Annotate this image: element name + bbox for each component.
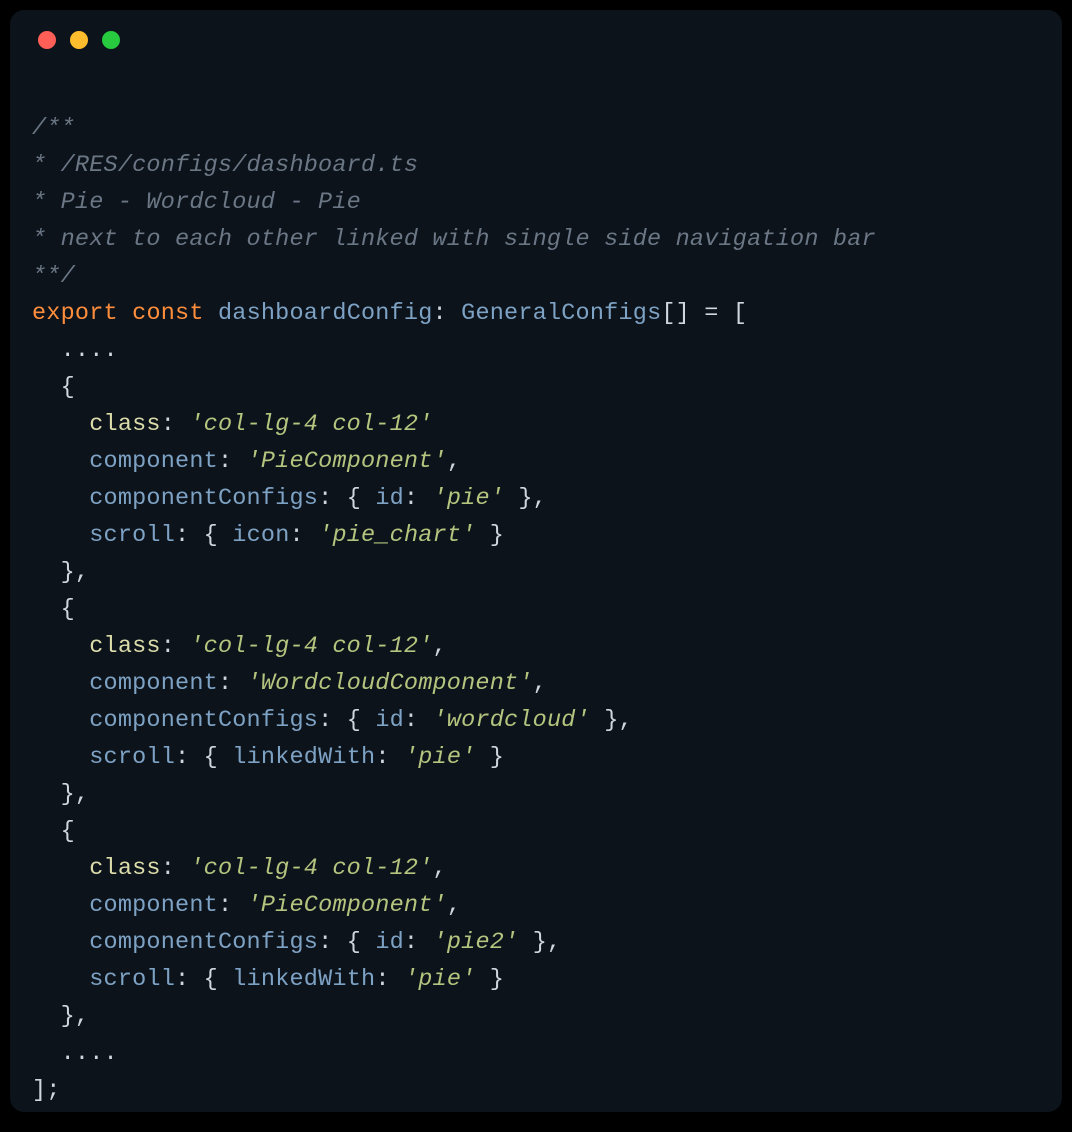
val-icon: 'pie_chart' — [318, 522, 475, 549]
val-id: 'wordcloud' — [433, 707, 590, 734]
kw-const: const — [132, 300, 204, 327]
array-close: ]; — [32, 1077, 61, 1104]
val-id: 'pie' — [433, 485, 505, 512]
key-class: class — [89, 855, 161, 882]
key-id: id — [375, 707, 404, 734]
key-icon: icon — [232, 522, 289, 549]
key-class: class — [89, 411, 161, 438]
val-class: 'col-lg-4 col-12' — [189, 633, 432, 660]
comment-line: /** — [32, 115, 75, 142]
key-component: component — [89, 670, 218, 697]
key-componentConfigs: componentConfigs — [89, 485, 318, 512]
val-component: 'PieComponent' — [247, 892, 447, 919]
key-class: class — [89, 633, 161, 660]
key-scroll: scroll — [89, 522, 175, 549]
key-linkedWith: linkedWith — [232, 744, 375, 771]
window-titlebar — [10, 10, 1062, 70]
ellipsis: .... — [61, 337, 118, 364]
val-class: 'col-lg-4 col-12' — [189, 411, 432, 438]
val-id: 'pie2' — [433, 929, 519, 956]
var-name: dashboardConfig — [218, 300, 433, 327]
close-dot-icon[interactable] — [38, 31, 56, 49]
key-component: component — [89, 448, 218, 475]
comment-line: **/ — [32, 263, 75, 290]
key-id: id — [375, 485, 404, 512]
val-component: 'PieComponent' — [247, 448, 447, 475]
key-linkedWith: linkedWith — [232, 966, 375, 993]
type-name: GeneralConfigs — [461, 300, 661, 327]
key-componentConfigs: componentConfigs — [89, 707, 318, 734]
comment-line: * next to each other linked with single … — [32, 226, 876, 253]
key-componentConfigs: componentConfigs — [89, 929, 318, 956]
minimize-dot-icon[interactable] — [70, 31, 88, 49]
open-brace: { — [61, 818, 75, 845]
comment-line: * Pie - Wordcloud - Pie — [32, 189, 361, 216]
close-brace: }, — [61, 781, 90, 808]
close-brace: }, — [61, 559, 90, 586]
val-component: 'WordcloudComponent' — [247, 670, 533, 697]
open-brace: { — [61, 596, 75, 623]
key-id: id — [375, 929, 404, 956]
kw-export: export — [32, 300, 118, 327]
val-class: 'col-lg-4 col-12' — [189, 855, 432, 882]
key-component: component — [89, 892, 218, 919]
code-block: /** * /RES/configs/dashboard.ts * Pie - … — [10, 70, 1062, 1109]
val-linkedWith: 'pie' — [404, 966, 476, 993]
comment-line: * /RES/configs/dashboard.ts — [32, 152, 418, 179]
zoom-dot-icon[interactable] — [102, 31, 120, 49]
key-scroll: scroll — [89, 966, 175, 993]
key-scroll: scroll — [89, 744, 175, 771]
val-linkedWith: 'pie' — [404, 744, 476, 771]
ellipsis: .... — [61, 1040, 118, 1067]
close-brace: }, — [61, 1003, 90, 1030]
code-window: /** * /RES/configs/dashboard.ts * Pie - … — [10, 10, 1062, 1112]
open-brace: { — [61, 374, 75, 401]
eq-open: = [ — [690, 300, 747, 327]
type-brackets: [] — [661, 300, 690, 327]
